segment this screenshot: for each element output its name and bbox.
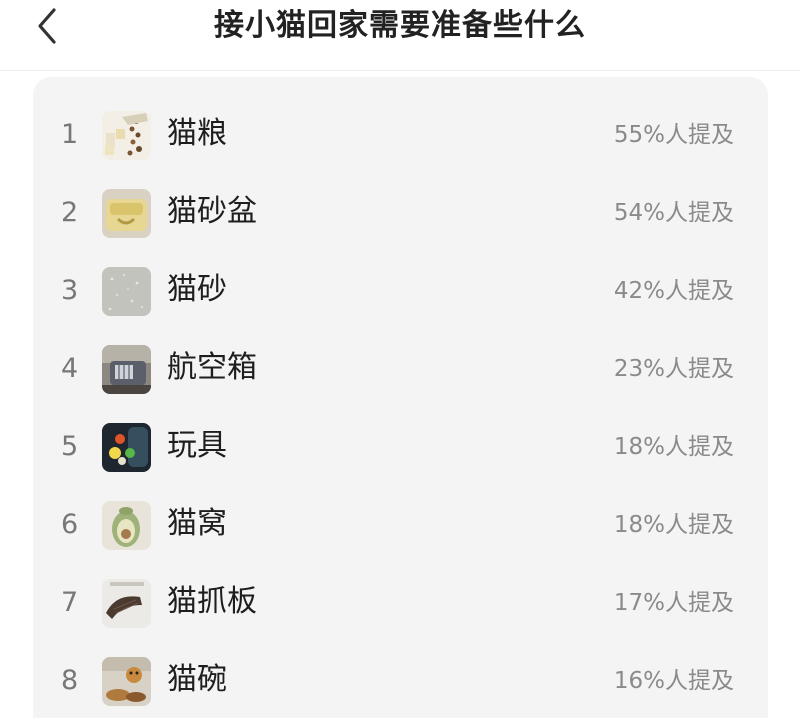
item-name: 猫粮 (167, 116, 227, 151)
item-name: 航空箱 (167, 350, 257, 385)
cat-food-thumbnail (102, 111, 151, 160)
rank-number: 3 (61, 275, 79, 306)
ranking-list: 1 猫粮 55%人提及 2 猫砂盆 54%人提及 3 猫砂 42%人提及 4 航… (33, 77, 768, 718)
item-name: 猫砂盆 (167, 194, 257, 229)
rank-number: 7 (61, 587, 79, 618)
list-item[interactable]: 8 猫碗 16%人提及 (33, 643, 768, 718)
page-title: 接小猫回家需要准备些什么 (214, 8, 586, 43)
page: 接小猫回家需要准备些什么 1 猫粮 55%人提及 2 猫砂盆 54%人提及 3 … (0, 0, 800, 718)
item-name: 猫碗 (167, 662, 227, 697)
item-name: 猫砂 (167, 272, 227, 307)
list-item[interactable]: 1 猫粮 55%人提及 (33, 97, 768, 175)
mention-percentage: 18%人提及 (613, 512, 734, 538)
item-name: 猫抓板 (167, 584, 257, 619)
item-name: 猫窝 (167, 506, 227, 541)
rank-number: 1 (61, 119, 79, 150)
mention-percentage: 55%人提及 (613, 122, 734, 148)
list-item[interactable]: 6 猫窝 18%人提及 (33, 487, 768, 565)
scratch-board-thumbnail (102, 579, 151, 628)
litter-box-thumbnail (102, 189, 151, 238)
cat-toy-thumbnail (102, 423, 151, 472)
top-nav-bar: 接小猫回家需要准备些什么 (0, 0, 800, 71)
list-item[interactable]: 5 玩具 18%人提及 (33, 409, 768, 487)
rank-number: 8 (61, 665, 79, 696)
rank-number: 4 (61, 353, 79, 384)
mention-percentage: 23%人提及 (613, 356, 734, 382)
rank-number: 6 (61, 509, 79, 540)
mention-percentage: 18%人提及 (613, 434, 734, 460)
list-item[interactable]: 7 猫抓板 17%人提及 (33, 565, 768, 643)
mention-percentage: 16%人提及 (613, 668, 734, 694)
cat-bed-thumbnail (102, 501, 151, 550)
item-name: 玩具 (167, 428, 227, 463)
cat-litter-thumbnail (102, 267, 151, 316)
rank-number: 5 (61, 431, 79, 462)
cat-bowl-thumbnail (102, 657, 151, 706)
mention-percentage: 17%人提及 (613, 590, 734, 616)
pet-carrier-thumbnail (102, 345, 151, 394)
rank-number: 2 (61, 197, 79, 228)
list-item[interactable]: 4 航空箱 23%人提及 (33, 331, 768, 409)
mention-percentage: 42%人提及 (613, 278, 734, 304)
list-item[interactable]: 2 猫砂盆 54%人提及 (33, 175, 768, 253)
list-item[interactable]: 3 猫砂 42%人提及 (33, 253, 768, 331)
mention-percentage: 54%人提及 (613, 200, 734, 226)
